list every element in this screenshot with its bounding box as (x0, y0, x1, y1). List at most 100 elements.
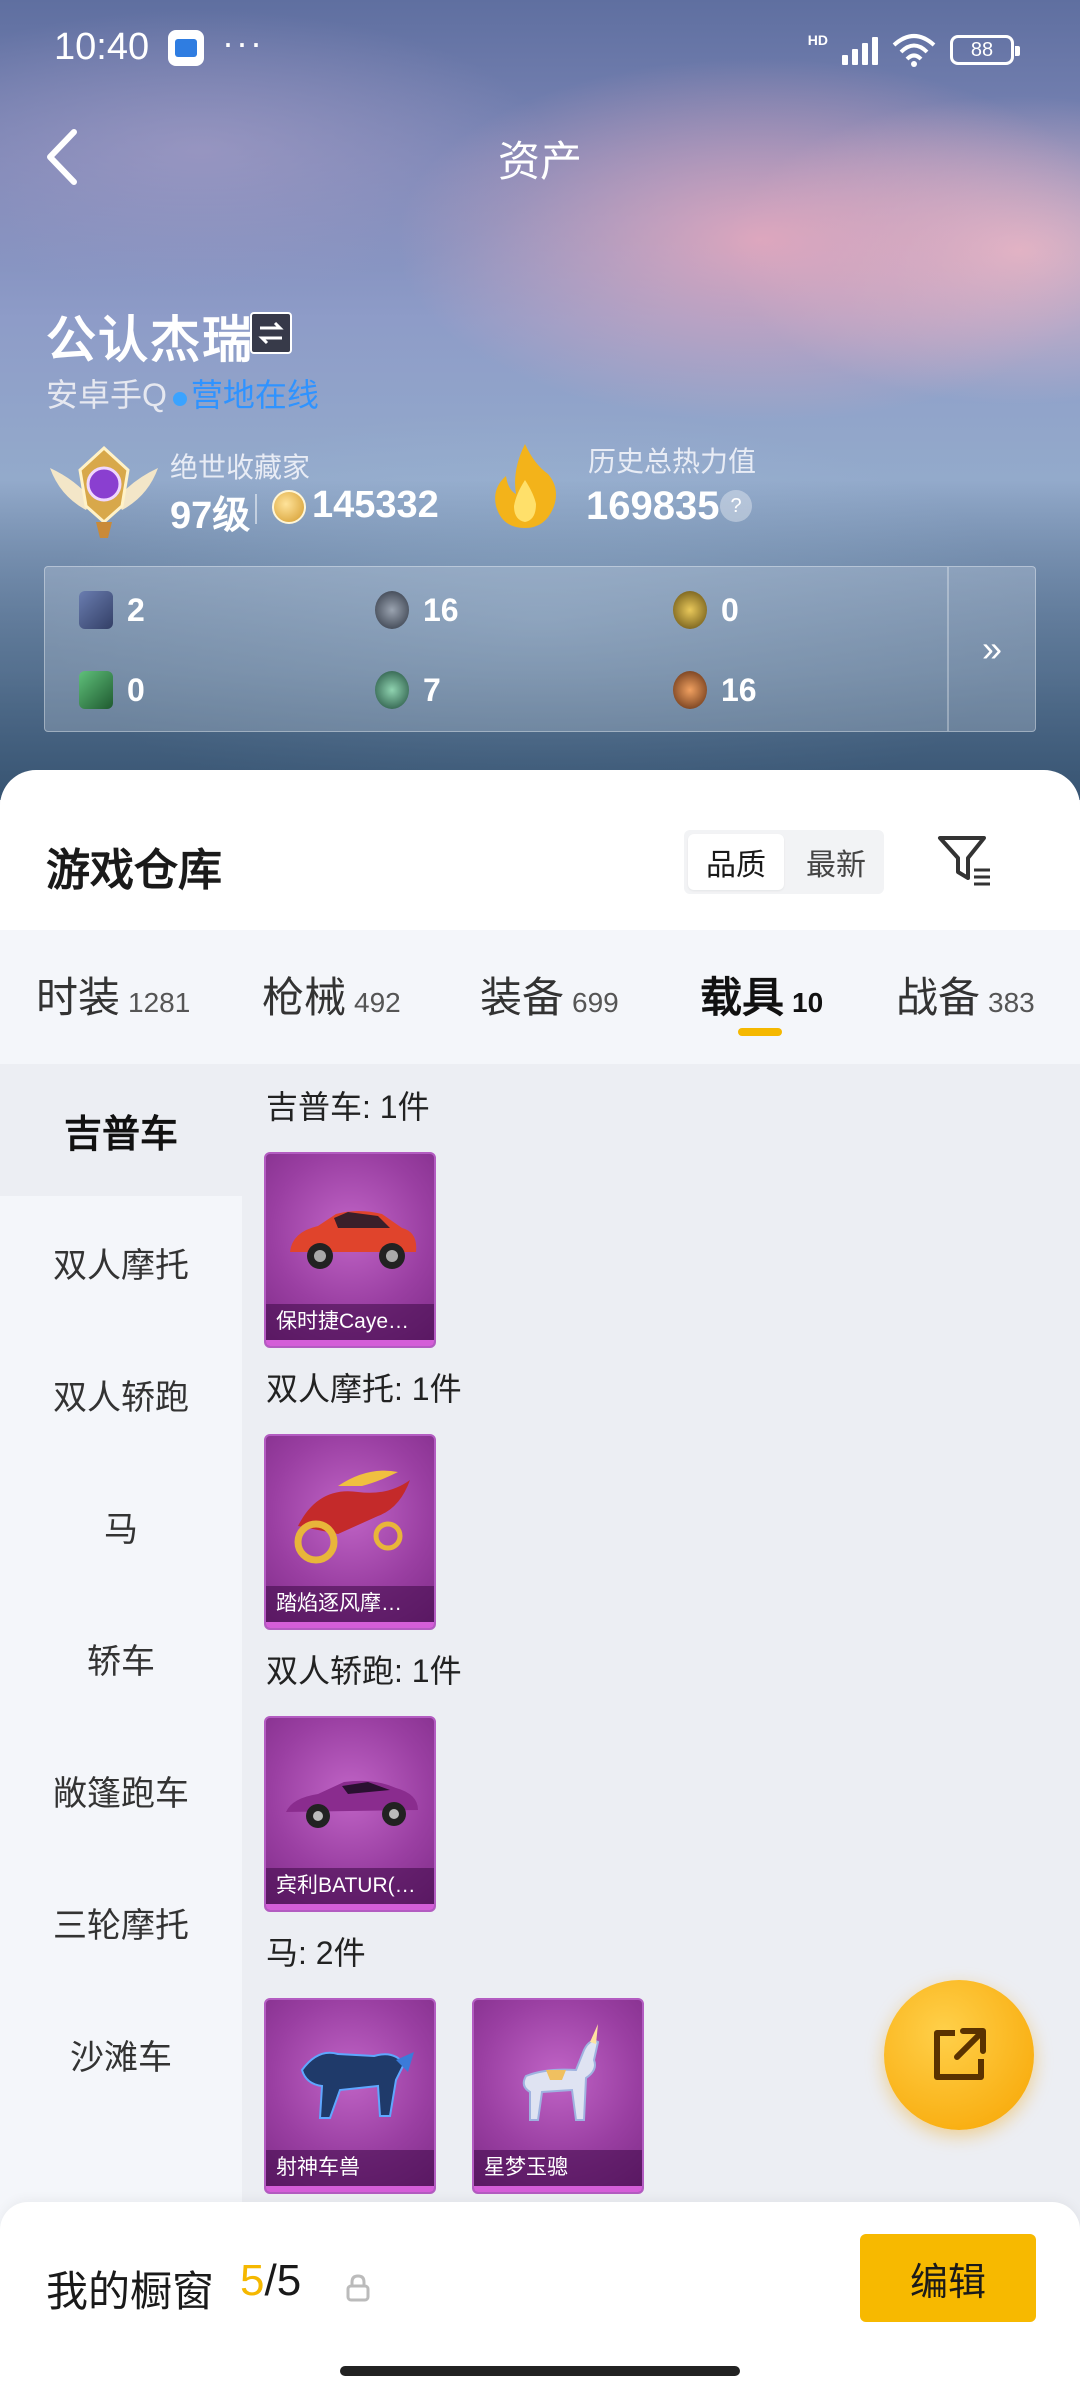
category-sedan[interactable]: 轿车 (0, 1592, 242, 1724)
tab-outfits[interactable]: 时装 1281 (36, 964, 190, 1025)
status-indicators: HD 88 (807, 30, 1020, 70)
swap-account-icon[interactable] (250, 312, 292, 354)
coin-icon (272, 490, 306, 524)
category-two-seat-motorcycle[interactable]: 双人摩托 (0, 1196, 242, 1328)
tab-count: 1281 (128, 987, 191, 1018)
stat-bronze-orb: 16 (673, 671, 757, 709)
coin-balance: 145332 (312, 484, 439, 526)
divider (255, 494, 257, 524)
tab-count: 699 (572, 987, 619, 1018)
stats-expand-button[interactable]: » (947, 567, 1035, 731)
stat-gold-coin: 0 (673, 591, 739, 629)
battery-icon: 88 (950, 35, 1020, 65)
sort-toggle: 品质 最新 (684, 830, 884, 894)
online-dot-icon (172, 392, 187, 406)
tab-count: 10 (792, 987, 824, 1018)
help-icon[interactable]: ? (720, 490, 752, 522)
presence-status: 营地在线 (190, 377, 319, 413)
warehouse-sheet: 游戏仓库 品质 最新 时装 1281 枪械 492 装备 699 载具 10 战… (0, 770, 1080, 2400)
stat-value: 2 (127, 591, 145, 628)
category-trike[interactable]: 三轮摩托 (0, 1856, 242, 1988)
platform-label: 安卓手Q (46, 377, 167, 413)
red-suv-image (290, 1211, 417, 1269)
hd-network-icon: HD (807, 32, 828, 48)
item-card-starry-horse[interactable]: 星梦玉骢 (472, 1998, 644, 2194)
tab-label: 战备 (896, 974, 981, 1021)
fire-icon (495, 444, 556, 528)
showcase-current: 5 (240, 2256, 265, 2305)
tab-equipment[interactable]: 装备 699 (480, 964, 619, 1025)
item-name: 宾利BATUR(… (266, 1868, 434, 1904)
tab-count: 492 (354, 987, 401, 1018)
sort-newest-button[interactable]: 最新 (788, 830, 884, 894)
purple-coupe-image (286, 1780, 418, 1828)
stat-card: 2 (79, 591, 145, 629)
lock-icon (346, 2274, 370, 2302)
collector-title: 绝世收藏家 (170, 452, 311, 483)
stat-value: 7 (423, 671, 441, 708)
tab-label: 载具 (700, 974, 785, 1021)
stat-value: 16 (721, 671, 757, 708)
showcase-count: 5/5 (240, 2256, 301, 2306)
item-card-bentley[interactable]: 宾利BATUR(… (264, 1716, 436, 1912)
tab-label: 枪械 (262, 974, 347, 1021)
category-tabs: 时装 1281 枪械 492 装备 699 载具 10 战备 383 (0, 930, 1080, 1064)
profile-header: 10:40 ··· HD 88 资产 公认杰瑞 安卓手Q 营地在线 绝世收藏家 … (0, 0, 1080, 800)
group-title-horse: 马: 2件 (266, 1935, 366, 1971)
collector-badge-icon (50, 445, 158, 538)
stat-value: 0 (127, 671, 145, 708)
tab-vehicles[interactable]: 载具 10 (700, 964, 823, 1025)
share-button[interactable] (884, 1980, 1034, 2130)
player-platform: 安卓手Q 营地在线 (46, 370, 319, 416)
heat-value: 169835 (586, 484, 720, 528)
tab-label: 装备 (480, 974, 565, 1021)
unicorn-image (522, 2024, 600, 2121)
vehicle-items: 吉普车: 1件 保时捷Caye… 双人摩托: 1件 踏焰逐风摩… 双人轿跑: 1… (242, 1064, 1080, 2400)
tab-count: 383 (988, 987, 1035, 1018)
category-horse[interactable]: 马 (0, 1460, 242, 1592)
category-beach-buggy[interactable]: 沙滩车 (0, 1988, 242, 2120)
player-name: 公认杰瑞 (46, 312, 254, 368)
status-time: 10:40 (54, 26, 150, 68)
notification-app-icon (168, 30, 204, 66)
green-card-icon (79, 671, 113, 709)
category-convertible[interactable]: 敞篷跑车 (0, 1724, 242, 1856)
group-title-two-seat-motorcycle: 双人摩托: 1件 (266, 1371, 462, 1407)
item-card-beast-steed[interactable]: 射神车兽 (264, 1998, 436, 2194)
warehouse-title: 游戏仓库 (46, 846, 222, 895)
signal-icon (842, 35, 878, 65)
showcase-label: 我的橱窗 (46, 2268, 215, 2315)
share-icon (934, 2028, 986, 2080)
edit-showcase-button[interactable]: 编辑 (860, 2234, 1036, 2322)
stat-green-card: 0 (79, 671, 145, 709)
item-card-flame-motorcycle[interactable]: 踏焰逐风摩… (264, 1434, 436, 1630)
category-jeep[interactable]: 吉普车 (0, 1064, 242, 1196)
card-icon (79, 591, 113, 629)
blue-beast-image (300, 2051, 414, 2119)
stats-panel[interactable]: 2 16 0 0 7 16 » (44, 566, 1036, 732)
green-orb-icon (375, 671, 409, 709)
category-two-seat-coupe[interactable]: 双人轿跑 (0, 1328, 242, 1460)
home-indicator[interactable] (340, 2366, 740, 2376)
bronze-orb-icon (673, 671, 707, 709)
wifi-icon (892, 34, 936, 67)
vehicle-category-list: 吉普车 双人摩托 双人轿跑 马 轿车 敞篷跑车 三轮摩托 沙滩车 (0, 1064, 242, 2400)
group-title-two-seat-coupe: 双人轿跑: 1件 (266, 1653, 462, 1689)
stat-value: 0 (721, 591, 739, 628)
heat-title: 历史总热力值 (588, 446, 757, 477)
status-bar: 10:40 ··· HD 88 (0, 0, 1080, 96)
stat-value: 16 (423, 591, 459, 628)
more-notifications-icon: ··· (222, 22, 264, 63)
stat-green-orb: 7 (375, 671, 441, 709)
gold-coin-icon (673, 591, 707, 629)
tab-weapons[interactable]: 枪械 492 (262, 964, 401, 1025)
item-name: 星梦玉骢 (474, 2150, 642, 2186)
filter-icon[interactable] (936, 832, 992, 888)
tab-label: 时装 (36, 974, 121, 1021)
item-card-porsche[interactable]: 保时捷Caye… (264, 1152, 436, 1348)
group-title-jeep: 吉普车: 1件 (266, 1089, 430, 1125)
item-name: 射神车兽 (266, 2150, 434, 2186)
red-motorcycle-image (294, 1470, 410, 1564)
tab-supplies[interactable]: 战备 383 (896, 964, 1035, 1025)
sort-quality-button[interactable]: 品质 (688, 834, 784, 890)
